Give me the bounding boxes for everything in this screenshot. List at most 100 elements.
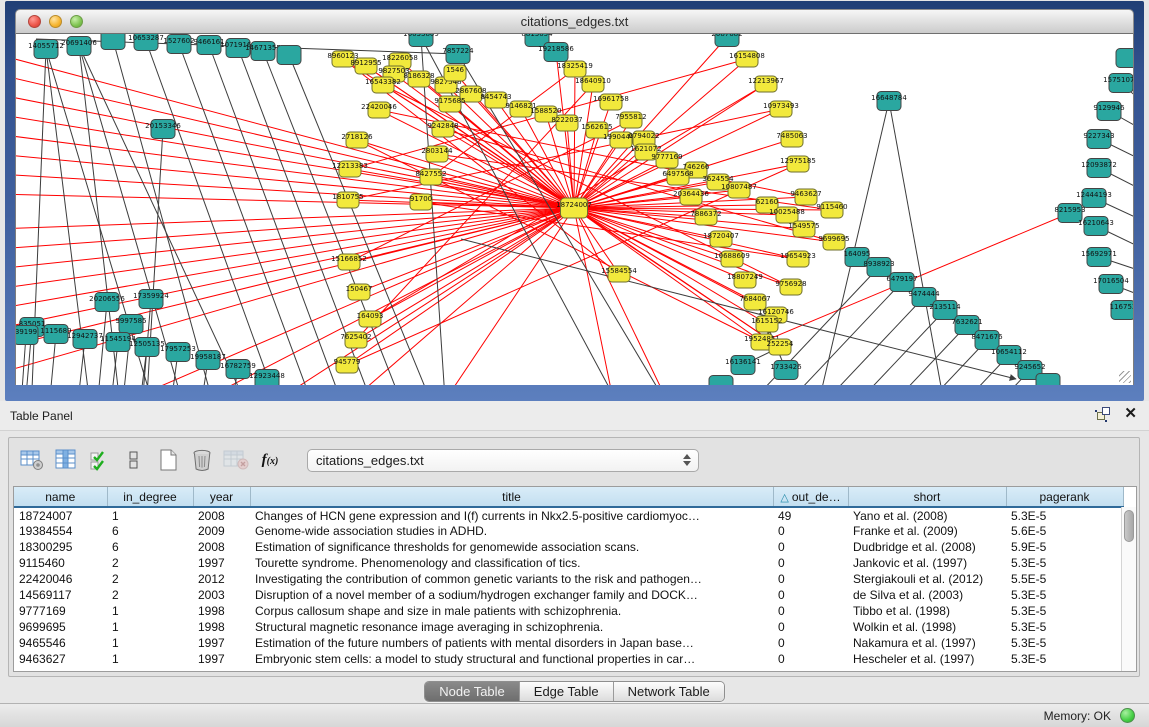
network-node-teal[interactable]: 17359924 [133,290,169,309]
network-node-yellow[interactable]: 18325419 [557,61,593,77]
network-node-yellow[interactable]: 7955812 [615,112,646,128]
network-canvas[interactable]: 1405571220691406106532871527602946616110… [15,34,1134,385]
network-node-yellow[interactable]: 9699695 [818,234,849,250]
delete-column-button[interactable] [187,445,217,475]
tab-node-table[interactable]: Node Table [425,682,520,701]
network-node-yellow[interactable]: 9175685 [434,96,465,112]
tab-network-table[interactable]: Network Table [614,682,724,701]
network-node-teal[interactable]: 8938923 [863,258,894,277]
network-node-teal[interactable]: 16648784 [871,92,907,111]
network-node-teal[interactable]: 12444193 [1076,189,1112,208]
table-row[interactable]: 969969511998Structural magnetic resonanc… [14,619,1123,635]
network-node-yellow[interactable]: 12213967 [748,76,784,92]
network-node-teal[interactable]: 116753 [1110,301,1134,320]
column-header-title[interactable]: title [250,487,773,507]
new-column-button[interactable] [153,445,183,475]
network-node-yellow[interactable]: 19654923 [780,251,816,267]
network-node-yellow[interactable]: 7625402 [340,332,371,348]
network-node-teal[interactable]: 1733426 [770,361,802,380]
network-node-yellow[interactable]: 18640910 [575,76,611,92]
network-node-yellow[interactable]: 150467 [346,284,373,300]
network-node-teal[interactable]: 9227343 [1083,130,1114,149]
column-header-year[interactable]: year [193,487,250,507]
column-header-out_de[interactable]: △out_de… [773,487,848,507]
network-node-teal[interactable]: 16033809 [403,34,439,47]
network-node-yellow[interactable]: 9115460 [816,202,847,218]
network-node-yellow[interactable]: 8912955 [350,58,381,74]
network-node-teal[interactable] [277,46,301,65]
network-node-yellow[interactable]: 91700 [410,194,432,210]
network-node-teal[interactable]: 1527602 [163,35,194,54]
network-node-yellow[interactable]: 16961758 [593,94,629,110]
network-node-teal[interactable] [1116,49,1134,68]
table-mode-button[interactable] [17,445,47,475]
network-node-teal[interactable]: 16210643 [1078,217,1114,236]
network-node-teal[interactable]: 15751074 [1103,74,1134,93]
network-node-yellow[interactable]: 1810755 [332,192,363,208]
table-row[interactable]: 1456911722003Disruption of a novel membe… [14,587,1123,603]
network-node-yellow[interactable]: 1549575 [788,221,819,237]
network-node-yellow[interactable]: 9756928 [775,279,806,295]
function-builder-button[interactable]: f(x) [255,445,285,475]
network-node-yellow[interactable]: 7485063 [776,131,807,147]
table-row[interactable]: 977716911998Corpus callosum shape and si… [14,603,1123,619]
network-node-yellow[interactable]: 2803144 [421,146,453,162]
network-node-yellow[interactable]: 8222037 [551,115,582,131]
network-node-teal[interactable]: 20153346 [145,120,181,139]
table-select-dropdown[interactable]: citations_edges.txt [307,449,699,472]
select-rows-button[interactable] [85,445,115,475]
network-node-teal[interactable]: 2087682 [711,34,742,47]
network-node-teal[interactable]: 7857224 [442,45,474,64]
network-node-yellow[interactable]: 22420046 [361,102,397,118]
network-node-yellow[interactable]: 1546 [444,65,466,81]
network-node-teal[interactable] [1036,374,1060,386]
network-node-teal[interactable]: 14671355 [245,42,281,61]
network-node-yellow[interactable]: 8427552 [415,169,446,185]
close-panel-icon[interactable]: ✕ [1124,407,1137,420]
network-node-yellow[interactable]: 10688609 [714,251,750,267]
scrollbar-thumb[interactable] [1124,510,1134,542]
network-node-yellow[interactable]: 6497568 [662,169,693,185]
network-node-teal[interactable]: 39199 [16,326,38,345]
resize-grip-icon[interactable] [1119,371,1131,383]
network-node-teal[interactable]: 12923448 [249,370,285,386]
network-node-teal[interactable]: 16136141 [725,356,761,375]
network-window-titlebar[interactable]: citations_edges.txt [15,9,1134,34]
table-row[interactable]: 1938455462009Genome-wide association stu… [14,523,1123,539]
tab-edge-table[interactable]: Edge Table [520,682,614,701]
network-node-yellow[interactable]: 18807249 [727,272,763,288]
network-node-teal[interactable] [101,34,125,50]
network-node-yellow[interactable]: 15166852 [331,254,367,270]
delete-table-button[interactable] [221,445,251,475]
network-node-teal[interactable]: 15692971 [1081,248,1117,267]
network-node-teal[interactable]: 10653287 [128,34,164,51]
network-node-yellow[interactable]: 15584554 [601,266,637,282]
network-node-yellow[interactable]: 1615152 [751,316,782,332]
network-hub-node[interactable]: 18724007 [556,198,592,218]
table-row[interactable]: 1872400712008Changes of HCN gene express… [14,507,1123,523]
network-node-teal[interactable]: 20691406 [61,37,97,56]
network-node-teal[interactable]: 14055712 [28,40,64,59]
network-node-yellow[interactable]: 9777169 [651,152,682,168]
table-row[interactable]: 946554611997Estimation of the future num… [14,635,1123,651]
table-row[interactable]: 946362711997Embryonic stem cells: a mode… [14,651,1123,667]
show-columns-button[interactable] [51,445,81,475]
network-node-teal[interactable]: 9997585 [115,315,146,334]
table-row[interactable]: 1830029562008Estimation of significance … [14,539,1123,555]
network-node-teal[interactable] [709,376,733,386]
column-header-name[interactable]: name [14,487,107,507]
float-panel-icon[interactable] [1097,407,1110,420]
network-node-teal[interactable]: 17016504 [1093,275,1129,294]
network-node-teal[interactable]: 19218586 [538,43,574,62]
network-node-yellow[interactable]: 9242848 [427,121,458,137]
table-row[interactable]: 911546021997Tourette syndrome. Phenomeno… [14,555,1123,571]
column-header-short[interactable]: short [848,487,1006,507]
column-header-in_degree[interactable]: in_degree [107,487,193,507]
row-height-button[interactable] [119,445,149,475]
column-header-pagerank[interactable]: pagerank [1006,487,1123,507]
network-node-teal[interactable]: 12942737 [67,330,103,349]
network-node-teal[interactable]: 9129946 [1093,102,1125,121]
table-scrollbar[interactable] [1121,507,1136,671]
network-node-yellow[interactable]: 7886372 [690,209,721,225]
network-node-yellow[interactable]: 16154808 [729,51,765,67]
